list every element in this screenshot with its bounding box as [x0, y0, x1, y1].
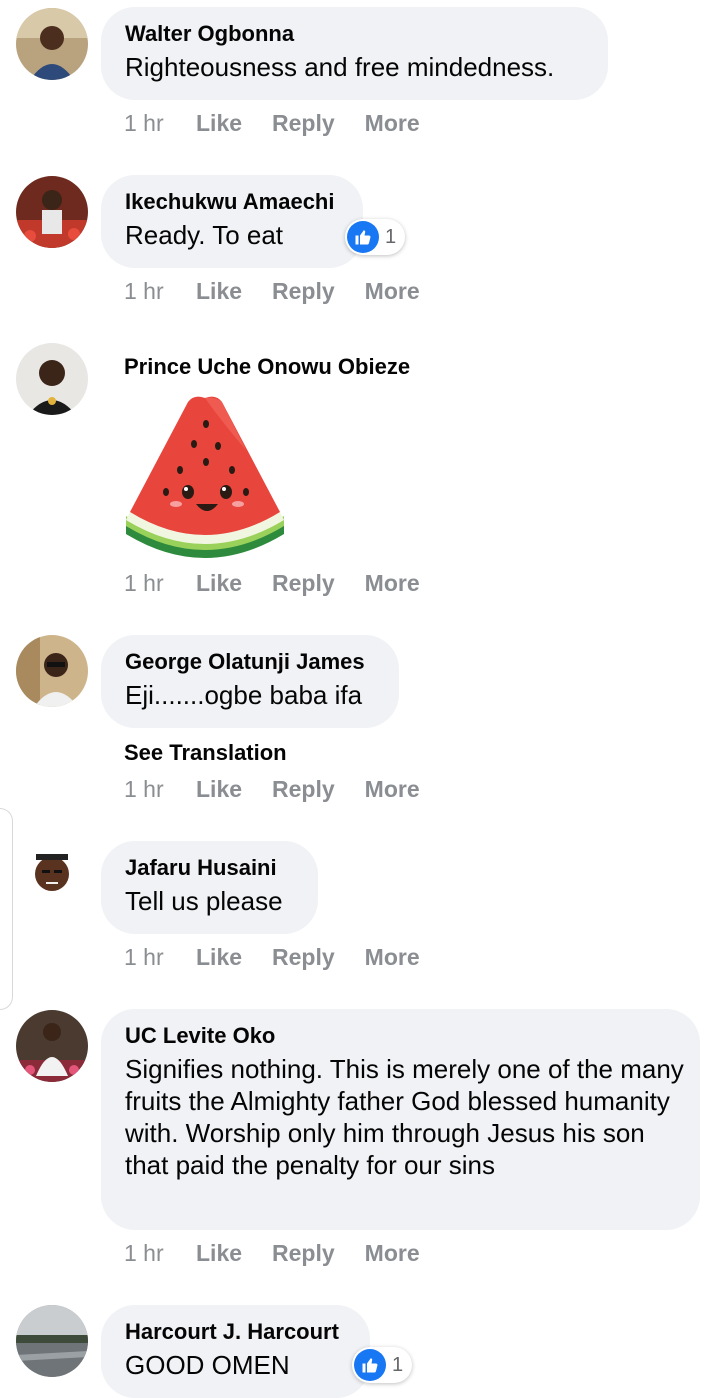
like-link[interactable]: Like: [196, 775, 242, 803]
comment-actions: 1 hr Like Reply More: [124, 1239, 450, 1267]
reaction-badge[interactable]: 1: [345, 219, 405, 255]
comment-text: Ready. To eat: [125, 220, 284, 250]
comment-text: Tell us please: [125, 886, 283, 916]
timestamp[interactable]: 1 hr: [124, 943, 196, 971]
reaction-badge[interactable]: 1: [352, 1347, 412, 1383]
avatar[interactable]: [16, 1305, 88, 1377]
thumbs-up-icon: [354, 1349, 386, 1381]
reaction-count: 1: [385, 225, 397, 248]
author-name[interactable]: Jafaru Husaini: [125, 855, 294, 881]
comment-actions: 1 hr Like Reply More: [124, 775, 450, 803]
comment-text: Eji.......ogbe baba ifa: [125, 680, 363, 710]
like-link[interactable]: Like: [196, 277, 242, 305]
author-name[interactable]: Prince Uche Onowu Obieze: [124, 354, 410, 380]
like-link[interactable]: Like: [196, 943, 242, 971]
comment-actions: 1 hr Like Reply More: [124, 109, 450, 137]
more-link[interactable]: More: [365, 1239, 420, 1267]
more-link[interactable]: More: [365, 775, 420, 803]
reply-link[interactable]: Reply: [272, 277, 335, 305]
thumbs-up-icon: [347, 221, 379, 253]
avatar[interactable]: [16, 343, 88, 415]
reaction-count: 1: [392, 1353, 404, 1376]
like-link[interactable]: Like: [196, 1239, 242, 1267]
reply-link[interactable]: Reply: [272, 109, 335, 137]
avatar[interactable]: [16, 8, 88, 80]
like-link[interactable]: Like: [196, 109, 242, 137]
see-translation-link[interactable]: See Translation: [124, 740, 287, 766]
timestamp[interactable]: 1 hr: [124, 277, 196, 305]
author-name[interactable]: UC Levite Oko: [125, 1023, 676, 1049]
comment-text: Righteousness and free mindedness.: [125, 52, 555, 82]
comment-bubble[interactable]: Harcourt J. Harcourt GOOD OMEN: [101, 1305, 370, 1398]
comment-text: GOOD OMEN: [125, 1350, 290, 1380]
more-link[interactable]: More: [365, 943, 420, 971]
author-name[interactable]: Harcourt J. Harcourt: [125, 1319, 346, 1345]
timestamp[interactable]: 1 hr: [124, 775, 196, 803]
timestamp[interactable]: 1 hr: [124, 109, 196, 137]
comment-bubble[interactable]: Jafaru Husaini Tell us please: [101, 841, 318, 934]
watermelon-sticker[interactable]: [122, 392, 288, 562]
side-panel-edge: [0, 808, 13, 1010]
author-name[interactable]: George Olatunji James: [125, 649, 375, 675]
reply-link[interactable]: Reply: [272, 1239, 335, 1267]
comment-bubble[interactable]: Walter Ogbonna Righteousness and free mi…: [101, 7, 608, 100]
comment-actions: 1 hr Like Reply More: [124, 277, 450, 305]
comment-actions: 1 hr Like Reply More: [124, 943, 450, 971]
avatar[interactable]: [16, 842, 88, 914]
reply-link[interactable]: Reply: [272, 943, 335, 971]
comment-text: Signifies nothing. This is merely one of…: [125, 1054, 684, 1180]
author-name[interactable]: Ikechukwu Amaechi: [125, 189, 339, 215]
comment-bubble[interactable]: Ikechukwu Amaechi Ready. To eat: [101, 175, 363, 268]
comment-bubble[interactable]: George Olatunji James Eji.......ogbe bab…: [101, 635, 399, 728]
reply-link[interactable]: Reply: [272, 569, 335, 597]
more-link[interactable]: More: [365, 569, 420, 597]
avatar[interactable]: [16, 635, 88, 707]
reply-link[interactable]: Reply: [272, 775, 335, 803]
more-link[interactable]: More: [365, 109, 420, 137]
timestamp[interactable]: 1 hr: [124, 1239, 196, 1267]
like-link[interactable]: Like: [196, 569, 242, 597]
more-link[interactable]: More: [365, 277, 420, 305]
comment-bubble[interactable]: UC Levite Oko Signifies nothing. This is…: [101, 1009, 700, 1230]
avatar[interactable]: [16, 176, 88, 248]
author-name[interactable]: Walter Ogbonna: [125, 21, 584, 47]
comment-actions: 1 hr Like Reply More: [124, 569, 450, 597]
avatar[interactable]: [16, 1010, 88, 1082]
timestamp[interactable]: 1 hr: [124, 569, 196, 597]
